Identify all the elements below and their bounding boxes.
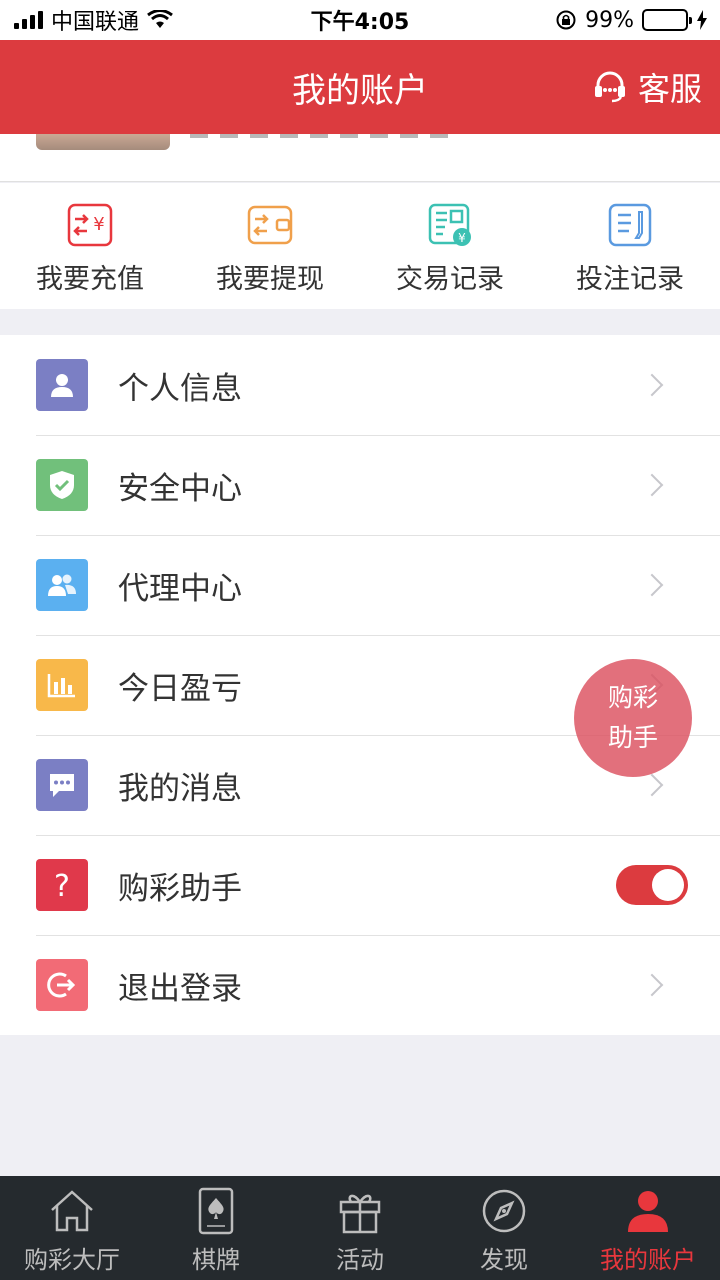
- assistant-toggle[interactable]: [616, 865, 688, 905]
- menu-item-label: 今日盈亏: [118, 670, 242, 707]
- chevron-right-icon: [640, 973, 664, 997]
- bottom-tab-bar: 购彩大厅 棋牌 活动 发现 我的账户: [0, 1176, 720, 1280]
- question-icon: ?: [36, 859, 88, 911]
- menu-item-agent-center[interactable]: 代理中心: [0, 535, 720, 635]
- home-icon: [51, 1190, 93, 1232]
- recharge-label: 我要充值: [36, 264, 144, 295]
- battery-icon: [642, 9, 692, 31]
- floating-assistant-line1: 购彩: [607, 683, 658, 712]
- page-title: 我的账户: [292, 70, 428, 111]
- svg-text:¥: ¥: [93, 214, 104, 235]
- customer-service-label: 客服: [637, 70, 702, 108]
- menu-item-label: 购彩助手: [118, 870, 242, 907]
- bar-chart-icon: [36, 659, 88, 711]
- orientation-lock-icon: [556, 10, 576, 30]
- avatar[interactable]: [36, 134, 170, 150]
- bet-record-icon: [608, 203, 652, 247]
- menu-item-label: 代理中心: [118, 570, 242, 607]
- toggle-knob: [652, 869, 684, 901]
- menu-item-label: 个人信息: [118, 370, 242, 407]
- customer-service-button[interactable]: 客服: [592, 40, 702, 134]
- tab-my-account[interactable]: 我的账户: [576, 1176, 720, 1280]
- profile-section: [0, 134, 720, 182]
- charging-icon: [697, 10, 707, 30]
- logout-icon: [36, 959, 88, 1011]
- menu-item-label: 我的消息: [118, 770, 242, 807]
- header-bar: 我的账户 客服: [0, 40, 720, 134]
- menu-item-lottery-assistant: ? 购彩助手: [0, 835, 720, 935]
- headset-icon: [594, 71, 625, 103]
- user-icon: [36, 359, 88, 411]
- menu-item-label: 安全中心: [118, 470, 242, 507]
- signal-icon: [14, 11, 43, 29]
- chevron-right-icon: [640, 473, 664, 497]
- battery-percent: 99%: [585, 7, 634, 33]
- bet-record-label: 投注记录: [576, 264, 684, 295]
- carrier-label: 中国联通: [51, 10, 140, 35]
- withdraw-icon: [247, 205, 293, 245]
- transaction-record-label: 交易记录: [396, 264, 504, 295]
- wifi-icon: [147, 10, 173, 28]
- tab-chess-cards[interactable]: 棋牌: [144, 1176, 288, 1280]
- tab-label: 我的账户: [600, 1246, 696, 1274]
- status-bar: 中国联通 下午4:05 99%: [0, 0, 720, 40]
- profile-info-partial: [190, 134, 460, 138]
- account-icon: [628, 1191, 668, 1232]
- message-icon: [36, 759, 88, 811]
- tab-discover[interactable]: 发现: [432, 1176, 576, 1280]
- chevron-right-icon: [640, 773, 664, 797]
- tab-activities[interactable]: 活动: [288, 1176, 432, 1280]
- withdraw-button[interactable]: 我要提现: [180, 183, 360, 309]
- bet-record-button[interactable]: 投注记录: [540, 183, 720, 309]
- tab-label: 购彩大厅: [24, 1246, 120, 1274]
- floating-assistant-button[interactable]: 购彩 助手: [574, 659, 692, 777]
- menu-item-logout[interactable]: 退出登录: [0, 935, 720, 1035]
- shield-icon: [36, 459, 88, 511]
- group-icon: [36, 559, 88, 611]
- transaction-record-button[interactable]: ¥ 交易记录: [360, 183, 540, 309]
- gift-icon: [339, 1194, 381, 1234]
- tab-label: 活动: [336, 1246, 384, 1274]
- tab-label: 发现: [480, 1246, 528, 1274]
- tab-lottery-hall[interactable]: 购彩大厅: [0, 1176, 144, 1280]
- floating-assistant-line2: 助手: [607, 723, 658, 752]
- chevron-right-icon: [640, 373, 664, 397]
- menu-item-label: 退出登录: [118, 970, 242, 1007]
- svg-text:?: ?: [54, 869, 70, 902]
- withdraw-label: 我要提现: [216, 264, 324, 295]
- menu-item-personal-info[interactable]: 个人信息: [0, 335, 720, 435]
- transaction-record-icon: ¥: [428, 203, 471, 246]
- recharge-button[interactable]: ¥ 我要充值: [0, 183, 180, 309]
- svg-text:¥: ¥: [458, 231, 466, 245]
- menu-item-security-center[interactable]: 安全中心: [0, 435, 720, 535]
- chevron-right-icon: [640, 573, 664, 597]
- quick-actions: ¥ 我要充值 我要提现 ¥ 交易记录 投注记录: [0, 183, 720, 309]
- compass-icon: [482, 1189, 526, 1233]
- recharge-icon: ¥: [67, 203, 113, 247]
- card-icon: [198, 1187, 234, 1235]
- tab-label: 棋牌: [192, 1246, 240, 1274]
